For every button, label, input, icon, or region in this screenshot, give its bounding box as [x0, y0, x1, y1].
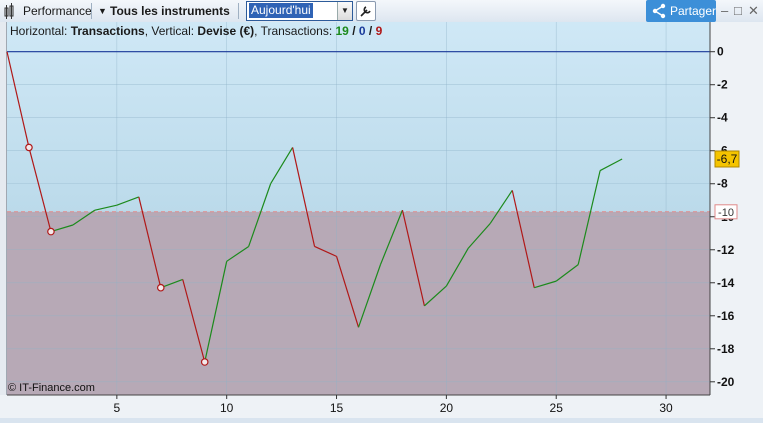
- x-tick-label: 15: [330, 401, 344, 415]
- last-value-label: -6,7: [717, 152, 738, 166]
- vertical-value: Devise (€): [197, 24, 255, 38]
- chevron-down-icon[interactable]: ▼: [98, 0, 107, 22]
- x-tick-label: 20: [440, 401, 454, 415]
- vertical-label: , Vertical:: [144, 24, 198, 38]
- y-tick-label: -16: [717, 309, 735, 323]
- x-tick-label: 5: [114, 401, 121, 415]
- x-tick-label: 25: [550, 401, 564, 415]
- chart-header: Horizontal: Transactions, Vertical: Devi…: [10, 24, 382, 38]
- x-tick-label: 30: [659, 401, 673, 415]
- y-tick-label: -12: [717, 243, 735, 257]
- instruments-dropdown[interactable]: Tous les instruments: [110, 0, 230, 22]
- loss-marker: [47, 227, 55, 236]
- y-tick-label: -2: [717, 78, 728, 92]
- share-label: Partager: [670, 4, 717, 18]
- zero-count: 0: [358, 24, 366, 38]
- x-tick-label: 10: [220, 401, 234, 415]
- copyright-text: © IT-Finance.com: [8, 382, 95, 394]
- close-icon[interactable]: ✕: [748, 0, 759, 22]
- loss-marker: [200, 358, 209, 366]
- toolbar-separator: [91, 3, 92, 19]
- loss-marker: [156, 283, 165, 292]
- loss-count: 9: [375, 24, 383, 38]
- y-tick-label: -18: [717, 342, 735, 356]
- transactions-label: , Transactions:: [254, 24, 336, 38]
- y-tick-label: -4: [717, 111, 728, 125]
- toolbar-separator: [238, 3, 239, 19]
- share-button[interactable]: Partager: [646, 0, 716, 22]
- loss-marker: [25, 143, 33, 152]
- performance-button[interactable]: Performance: [23, 0, 92, 22]
- share-icon: [652, 3, 666, 19]
- horizontal-value: Transactions: [70, 24, 145, 38]
- count-separator: /: [348, 24, 359, 38]
- period-select-value: Aujourd'hui: [249, 3, 313, 18]
- performance-icon[interactable]: [4, 0, 20, 22]
- wrench-icon[interactable]: [356, 1, 376, 21]
- horizontal-label: Horizontal:: [10, 24, 71, 38]
- toolbar: Performance ▼ Tous les instruments Aujou…: [0, 0, 763, 23]
- period-select[interactable]: Aujourd'hui ▼: [246, 1, 353, 21]
- count-separator: /: [365, 24, 376, 38]
- performance-chart[interactable]: 0-2-4-6-8-10-12-14-16-18-20 51015202530 …: [0, 22, 763, 418]
- y-tick-label: -8: [717, 177, 728, 191]
- loss-zone: [7, 211, 710, 395]
- minimize-icon[interactable]: –: [721, 0, 728, 22]
- y-tick-label: 0: [717, 45, 724, 59]
- maximize-icon[interactable]: □: [734, 0, 742, 22]
- win-count: 19: [335, 24, 349, 38]
- y-tick-label: -20: [717, 375, 735, 389]
- threshold-label: -10: [718, 207, 734, 219]
- y-tick-label: -14: [717, 276, 735, 290]
- chevron-down-icon[interactable]: ▼: [337, 2, 352, 20]
- chart-area[interactable]: 0-2-4-6-8-10-12-14-16-18-20 51015202530 …: [0, 22, 763, 418]
